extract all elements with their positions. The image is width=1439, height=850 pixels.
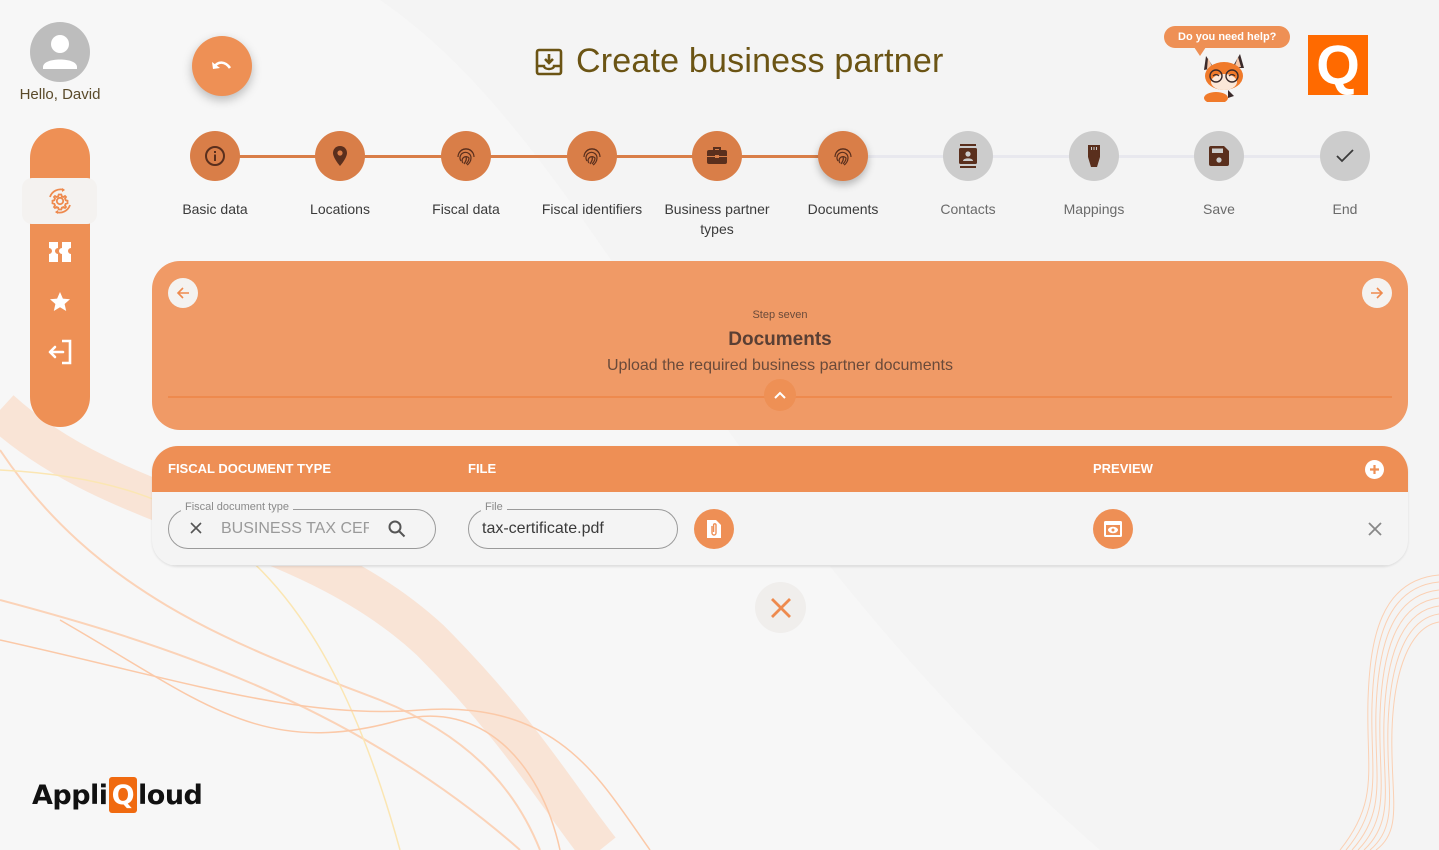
logout-icon bbox=[48, 339, 72, 365]
attach-file-button[interactable] bbox=[694, 509, 734, 549]
step-documents[interactable]: Documents bbox=[780, 131, 906, 219]
documents-table: FISCAL DOCUMENT TYPE FILE PREVIEW Fiscal… bbox=[152, 446, 1408, 566]
remove-row-button[interactable] bbox=[1366, 520, 1384, 538]
column-header-preview: PREVIEW bbox=[1093, 461, 1153, 476]
sidebar-item-settings-sync[interactable] bbox=[22, 178, 97, 224]
brand-suffix: loud bbox=[138, 779, 203, 811]
arrow-right-icon bbox=[1371, 287, 1384, 299]
step-end[interactable]: End bbox=[1282, 131, 1408, 219]
step-description: Upload the required business partner doc… bbox=[607, 357, 953, 374]
gear-sync-icon bbox=[48, 188, 71, 214]
step-basic-data[interactable]: Basic data bbox=[152, 131, 278, 219]
field-label: File bbox=[481, 501, 507, 513]
page-title: Create business partner bbox=[576, 42, 944, 80]
search-icon bbox=[388, 520, 406, 538]
plus-icon bbox=[1370, 465, 1379, 474]
step-label: End bbox=[1332, 201, 1358, 217]
collapse-button[interactable] bbox=[764, 379, 796, 411]
attach-file-icon bbox=[707, 520, 721, 538]
step-title: Documents bbox=[728, 329, 832, 350]
arrow-left-icon bbox=[176, 287, 189, 299]
user-profile[interactable]: Hello, David bbox=[14, 22, 106, 103]
close-icon bbox=[1368, 522, 1382, 536]
step-save[interactable]: Save bbox=[1156, 131, 1282, 219]
step-contacts[interactable]: Contacts bbox=[905, 131, 1031, 219]
column-header-fiscal-document-type: FISCAL DOCUMENT TYPE bbox=[168, 461, 331, 476]
q-logo: Q bbox=[1308, 35, 1368, 95]
step-fiscal-identifiers[interactable]: Fiscal identifiers bbox=[529, 131, 655, 219]
person-icon bbox=[43, 35, 77, 69]
clear-doc-type-button[interactable] bbox=[189, 521, 203, 535]
inbox-download-icon bbox=[535, 48, 563, 75]
appliqloud-logo: Appli Qloud bbox=[32, 777, 203, 813]
ethernet-plug-icon bbox=[1088, 145, 1100, 167]
next-step-button[interactable] bbox=[1362, 278, 1392, 308]
sidebar-item-logout[interactable] bbox=[30, 332, 90, 372]
fingerprint-icon bbox=[834, 148, 852, 166]
step-number: Step seven bbox=[752, 309, 808, 321]
preview-button[interactable] bbox=[1093, 509, 1133, 549]
close-icon bbox=[770, 597, 791, 618]
search-doc-type-button[interactable] bbox=[387, 519, 407, 539]
step-label: Contacts bbox=[940, 201, 996, 217]
fingerprint-icon bbox=[457, 148, 475, 166]
step-business-partner-types[interactable]: Business partner types bbox=[654, 131, 780, 239]
step-label: Mappings bbox=[1063, 201, 1125, 217]
location-pin-icon bbox=[333, 146, 347, 166]
previous-step-button[interactable] bbox=[168, 278, 198, 308]
add-document-button[interactable] bbox=[1365, 460, 1384, 479]
step-label: Fiscal identifiers bbox=[541, 201, 643, 217]
step-locations[interactable]: Locations bbox=[277, 131, 403, 219]
fingerprint-icon bbox=[583, 148, 601, 166]
fiscal-document-type-field[interactable]: Fiscal document type BUSINESS TAX CERTIF… bbox=[168, 501, 436, 549]
sidebar bbox=[22, 128, 97, 427]
brand-prefix: Appli bbox=[32, 779, 108, 811]
sidebar-item-favorites[interactable] bbox=[30, 282, 90, 322]
column-header-file: FILE bbox=[468, 461, 497, 476]
back-button[interactable] bbox=[192, 36, 252, 96]
step-label: Locations bbox=[310, 201, 370, 217]
greeting: Hello, David bbox=[19, 86, 101, 103]
check-icon bbox=[1336, 149, 1354, 163]
cancel-button[interactable] bbox=[755, 582, 806, 633]
step-label: Business partner types bbox=[664, 201, 770, 237]
stepper: Basic data Locations Fiscal data Fiscal … bbox=[152, 131, 1408, 241]
page-header: Create business partner bbox=[534, 42, 943, 81]
doc-type-value[interactable]: BUSINESS TAX CERTIFICATE bbox=[221, 520, 369, 538]
close-icon bbox=[190, 522, 202, 534]
ticket-icon bbox=[49, 242, 71, 262]
fox-mascot-icon bbox=[1204, 54, 1244, 102]
step-mappings[interactable]: Mappings bbox=[1031, 131, 1157, 219]
star-icon bbox=[50, 292, 70, 311]
chevron-up-icon bbox=[774, 391, 786, 399]
step-fiscal-data[interactable]: Fiscal data bbox=[403, 131, 529, 219]
step-label: Fiscal data bbox=[432, 201, 500, 217]
preview-icon bbox=[1104, 521, 1122, 537]
step-label: Basic data bbox=[182, 201, 248, 217]
contact-card-icon bbox=[959, 144, 977, 168]
help-bubble: Do you need help? bbox=[1164, 26, 1291, 56]
file-field[interactable]: File tax-certificate.pdf bbox=[468, 501, 678, 549]
step-label: Documents bbox=[807, 201, 879, 217]
undo-icon bbox=[212, 61, 232, 69]
info-icon bbox=[205, 146, 225, 166]
step-label: Save bbox=[1203, 201, 1235, 217]
table-header: FISCAL DOCUMENT TYPE FILE PREVIEW bbox=[152, 446, 1408, 492]
briefcase-icon bbox=[707, 147, 727, 164]
field-label: Fiscal document type bbox=[181, 501, 293, 513]
brand-q: Q bbox=[108, 777, 138, 813]
floppy-disk-icon bbox=[1209, 146, 1229, 166]
sidebar-item-tickets[interactable] bbox=[30, 232, 90, 272]
table-row: Fiscal document type BUSINESS TAX CERTIF… bbox=[152, 492, 1408, 566]
file-value[interactable]: tax-certificate.pdf bbox=[482, 520, 604, 538]
avatar[interactable] bbox=[30, 22, 90, 82]
step-panel: Step seven Documents Upload the required… bbox=[152, 261, 1408, 430]
help-button[interactable]: Do you need help? bbox=[1164, 26, 1291, 102]
